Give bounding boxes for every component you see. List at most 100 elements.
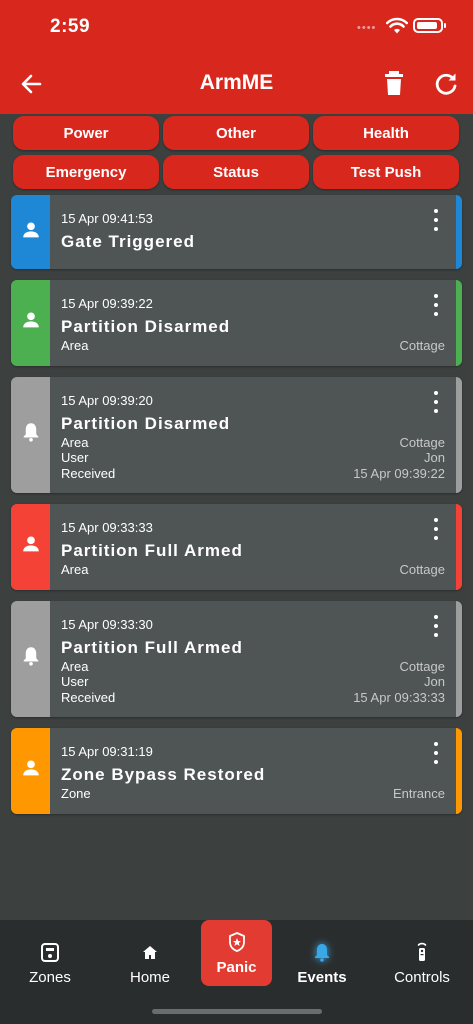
event-card[interactable]: 15 Apr 09:33:33 Partition Full Armed Are… <box>11 504 462 590</box>
event-detail-row: User Jon <box>61 450 445 466</box>
event-detail-label: Area <box>61 562 89 577</box>
trash-icon[interactable] <box>382 70 406 96</box>
event-detail-value: 15 Apr 09:39:22 <box>353 465 445 481</box>
filter-status-button[interactable]: Status <box>163 155 309 189</box>
event-detail-row: Area Cottage <box>61 659 445 675</box>
event-title: Partition Disarmed <box>61 317 231 336</box>
event-timestamp: 15 Apr 09:39:20 <box>61 392 153 408</box>
nav-events[interactable]: Events <box>282 920 362 986</box>
event-title: Gate Triggered <box>61 232 195 251</box>
wifi-icon <box>386 17 408 34</box>
app-header: 2:59 •••• ArmME <box>0 0 473 114</box>
event-card[interactable]: 15 Apr 09:39:20 Partition Disarmed Area … <box>11 376 462 493</box>
event-detail-value: Cottage <box>399 562 445 577</box>
event-detail-label: User <box>61 674 89 689</box>
nav-home-label: Home <box>129 969 170 986</box>
event-detail-value: 15 Apr 09:33:33 <box>353 689 445 705</box>
filter-power-button[interactable]: Power <box>13 116 159 150</box>
event-card[interactable]: 15 Apr 09:41:53 Gate Triggered <box>11 195 462 269</box>
event-color-edge <box>456 504 462 590</box>
event-detail-value: Cottage <box>399 434 445 450</box>
event-detail-row: Zone Entrance <box>61 786 445 802</box>
event-timestamp: 15 Apr 09:39:22 <box>61 296 153 311</box>
nav-events-label: Events <box>297 969 347 986</box>
event-title: Partition Disarmed <box>61 413 231 433</box>
event-color-edge <box>456 376 462 493</box>
status-time: 2:59 <box>50 16 91 37</box>
home-icon <box>143 946 157 959</box>
event-detail-value: Jon <box>424 450 445 465</box>
event-type-strip <box>11 195 50 269</box>
filter-other-button[interactable]: Other <box>163 116 309 150</box>
more-vert-icon[interactable] <box>432 209 440 231</box>
person-icon <box>20 219 42 246</box>
bell-icon <box>20 645 42 672</box>
event-title: Zone Bypass Restored <box>61 765 266 784</box>
filter-emergency-button[interactable]: Emergency <box>13 155 159 189</box>
filter-bar: Power Other Health Emergency Status Test… <box>13 116 463 190</box>
event-card[interactable]: 15 Apr 09:33:30 Partition Full Armed Are… <box>11 600 462 717</box>
event-detail-value: Cottage <box>399 658 445 674</box>
person-icon <box>20 757 42 784</box>
event-color-edge <box>456 280 462 366</box>
more-vert-icon[interactable] <box>432 390 440 413</box>
event-type-strip <box>11 504 50 590</box>
bell-icon <box>20 421 42 448</box>
more-vert-icon[interactable] <box>432 614 440 637</box>
event-type-strip <box>11 280 50 366</box>
event-card[interactable]: 15 Apr 09:31:19 Zone Bypass Restored Zon… <box>11 728 462 814</box>
event-detail-value: Jon <box>424 674 445 689</box>
event-detail-row: Area Cottage <box>61 435 445 451</box>
event-title: Partition Full Armed <box>61 541 243 560</box>
event-detail-row: Area Cottage <box>61 338 445 354</box>
event-detail-label: Area <box>61 658 89 674</box>
signal-icon: •••• <box>357 22 377 34</box>
refresh-icon[interactable] <box>432 70 460 98</box>
more-vert-icon[interactable] <box>432 742 440 764</box>
more-vert-icon[interactable] <box>432 294 440 316</box>
police-badge-icon <box>228 932 245 952</box>
event-detail-value: Entrance <box>392 786 445 801</box>
nav-controls[interactable]: Controls <box>382 920 462 986</box>
home-indicator <box>152 1009 322 1014</box>
event-color-edge <box>456 728 462 814</box>
nav-zones-label: Zones <box>29 969 71 986</box>
event-title: Partition Full Armed <box>61 637 243 657</box>
event-detail-row: Received 15 Apr 09:39:22 <box>61 466 445 482</box>
filter-test-push-button[interactable]: Test Push <box>313 155 459 189</box>
nav-zones[interactable]: Zones <box>10 920 90 986</box>
remote-control-icon <box>417 942 427 961</box>
event-timestamp: 15 Apr 09:41:53 <box>61 211 153 226</box>
person-icon <box>20 533 42 560</box>
filter-health-button[interactable]: Health <box>313 116 459 150</box>
event-detail-label: Area <box>61 434 89 450</box>
event-timestamp: 15 Apr 09:33:30 <box>61 616 153 632</box>
event-detail-label: Received <box>61 465 116 481</box>
event-timestamp: 15 Apr 09:31:19 <box>61 744 153 759</box>
nav-home[interactable]: Home <box>110 920 190 986</box>
event-type-strip <box>11 600 50 717</box>
event-color-edge <box>456 600 462 717</box>
event-detail-label: User <box>61 450 89 465</box>
event-detail-label: Zone <box>61 786 91 801</box>
event-type-strip <box>11 376 50 493</box>
more-vert-icon[interactable] <box>432 518 440 540</box>
event-type-strip <box>11 728 50 814</box>
nav-panic-label: Panic <box>216 959 257 976</box>
event-list: 15 Apr 09:41:53 Gate Triggered 15 Apr 09… <box>11 195 462 825</box>
battery-icon <box>413 18 446 33</box>
event-detail-row: Area Cottage <box>61 562 445 578</box>
nav-controls-label: Controls <box>394 969 450 986</box>
nav-panic[interactable]: Panic <box>201 920 272 986</box>
event-detail-label: Received <box>61 689 116 705</box>
person-icon <box>20 309 42 336</box>
event-detail-row: User Jon <box>61 674 445 690</box>
bell-icon <box>315 944 329 962</box>
event-detail-label: Area <box>61 338 89 353</box>
event-card[interactable]: 15 Apr 09:39:22 Partition Disarmed Area … <box>11 280 462 366</box>
event-color-edge <box>456 195 462 269</box>
event-detail-value: Cottage <box>399 338 445 353</box>
event-timestamp: 15 Apr 09:33:33 <box>61 520 153 535</box>
event-detail-row: Received 15 Apr 09:33:33 <box>61 690 445 706</box>
zones-icon <box>41 943 59 962</box>
